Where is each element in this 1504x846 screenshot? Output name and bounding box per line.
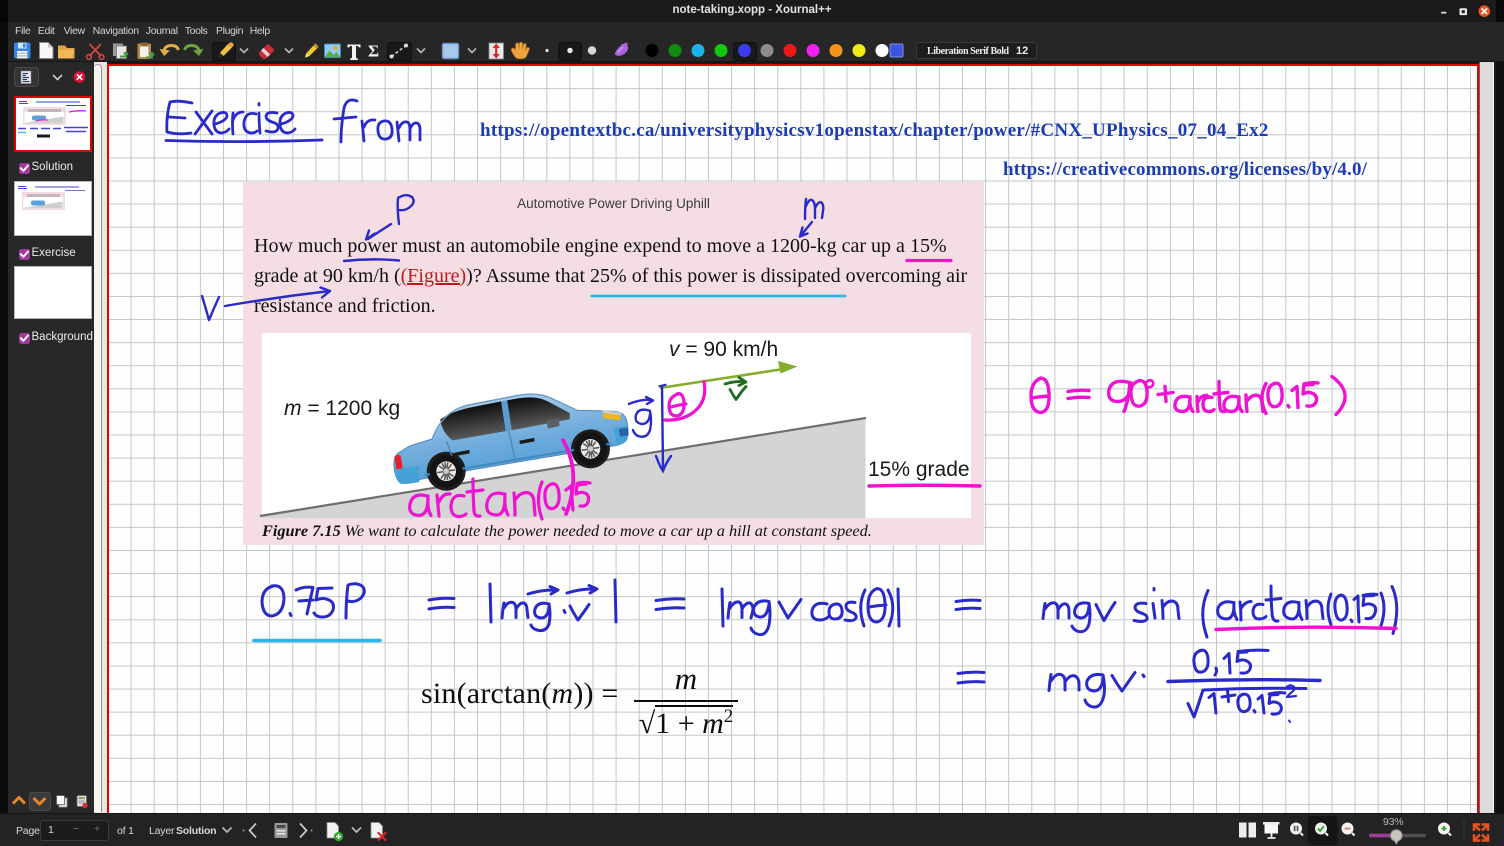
svg-text:93%: 93% — [1383, 816, 1403, 828]
